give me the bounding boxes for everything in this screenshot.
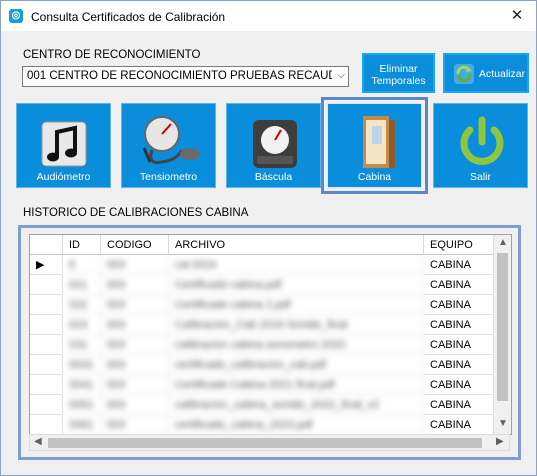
- blood-pressure-gauge-icon: [142, 116, 200, 164]
- table-row[interactable]: 0051 003 calibracion_cabina_sonido_2022_…: [30, 395, 511, 415]
- eliminar-temporales-button[interactable]: Eliminar Temporales: [362, 53, 435, 93]
- cell-codigo: 003: [101, 295, 169, 315]
- scroll-down-icon[interactable]: ▼: [498, 418, 508, 429]
- vertical-scroll-thumb[interactable]: [497, 253, 508, 401]
- cell-id: 6: [63, 255, 101, 275]
- table-row[interactable]: 021 003 Certificado cabina.pdf CABINA: [30, 275, 511, 295]
- cell-equipo: CABINA: [424, 275, 494, 295]
- cell-codigo: 003: [101, 315, 169, 335]
- cell-id: 0041: [63, 375, 101, 395]
- cell-codigo: 003: [101, 375, 169, 395]
- actualizar-label: Actualizar: [479, 68, 526, 80]
- cell-equipo: CABINA: [424, 295, 494, 315]
- cell-archivo: Calibracion_Cab 2019 Sonido_final: [169, 315, 424, 335]
- chevron-down-icon[interactable]: ⌵: [337, 70, 345, 81]
- booth-icon: [363, 116, 395, 168]
- cell-equipo: CABINA: [424, 335, 494, 355]
- table-row[interactable]: 0061 003 certificado_cabina_2023.pdf CAB…: [30, 415, 511, 434]
- cell-archivo: certificado_calibracion_cab.pdf: [169, 355, 424, 375]
- cell-codigo: 003: [101, 415, 169, 434]
- cell-codigo: 003: [101, 335, 169, 355]
- power-icon: [460, 116, 504, 165]
- actualizar-button[interactable]: Actualizar: [443, 53, 529, 93]
- cell-codigo: 003: [101, 255, 169, 275]
- row-header-corner: [30, 235, 63, 255]
- row-selector[interactable]: [30, 395, 63, 415]
- cell-equipo: CABINA: [424, 415, 494, 434]
- horizontal-scrollbar[interactable]: ◀ ▶: [29, 434, 510, 451]
- column-header-equipo[interactable]: EQUIPO: [424, 235, 494, 255]
- row-selector[interactable]: [30, 355, 63, 375]
- audiometro-tile[interactable]: Audiómetro: [16, 103, 111, 188]
- cell-equipo: CABINA: [424, 355, 494, 375]
- table-row[interactable]: 023 003 Calibracion_Cab 2019 Sonido_fina…: [30, 315, 511, 335]
- table-row[interactable]: 0031 003 certificado_calibracion_cab.pdf…: [30, 355, 511, 375]
- centro-select-value: 001 CENTRO DE RECONOCIMIENTO PRUEBAS REC…: [27, 70, 332, 82]
- cabina-tile[interactable]: Cabina: [321, 97, 428, 194]
- bascula-tile[interactable]: Báscula: [226, 103, 321, 188]
- table-row[interactable]: ▶ 6 003 cal 0024 CABINA: [30, 255, 511, 275]
- scroll-up-icon[interactable]: ▲: [498, 237, 508, 248]
- cell-id: 0061: [63, 415, 101, 434]
- cell-id: 0051: [63, 395, 101, 415]
- app-icon: ◎: [9, 9, 23, 23]
- cell-archivo: Certificado Cabina 2021 final.pdf: [169, 375, 424, 395]
- cabina-label: Cabina: [357, 171, 392, 183]
- column-header-codigo[interactable]: CODIGO: [101, 235, 169, 255]
- cell-id: 031: [63, 335, 101, 355]
- row-selector[interactable]: [30, 275, 63, 295]
- history-grid[interactable]: ID CODIGO ARCHIVO EQUIPO ▶ 6 003 cal 002…: [29, 234, 512, 435]
- cell-codigo: 003: [101, 395, 169, 415]
- row-selector[interactable]: [30, 295, 63, 315]
- table-row[interactable]: 031 003 calibracion cabina sonometro 202…: [30, 335, 511, 355]
- scroll-left-icon[interactable]: ◀: [34, 436, 42, 447]
- tensiometro-label: Tensiometro: [139, 171, 198, 183]
- history-grid-frame: ID CODIGO ARCHIVO EQUIPO ▶ 6 003 cal 002…: [18, 225, 521, 460]
- centro-select[interactable]: 001 CENTRO DE RECONOCIMIENTO PRUEBAS REC…: [22, 66, 349, 87]
- column-header-id[interactable]: ID: [63, 235, 101, 255]
- refresh-icon: [454, 64, 474, 84]
- cell-id: 0031: [63, 355, 101, 375]
- vertical-scrollbar[interactable]: ▲ ▼: [493, 235, 511, 434]
- cell-equipo: CABINA: [424, 255, 494, 275]
- cell-archivo: cal 0024: [169, 255, 424, 275]
- cell-id: 021: [63, 275, 101, 295]
- cell-codigo: 003: [101, 355, 169, 375]
- cell-archivo: Certificado cabina 2.pdf: [169, 295, 424, 315]
- row-selector[interactable]: [30, 415, 63, 434]
- row-selector-icon[interactable]: ▶: [30, 255, 63, 275]
- cell-equipo: CABINA: [424, 395, 494, 415]
- bathroom-scale-icon: [253, 120, 297, 168]
- cell-id: 022: [63, 295, 101, 315]
- cell-equipo: CABINA: [424, 315, 494, 335]
- row-selector[interactable]: [30, 315, 63, 335]
- row-selector[interactable]: [30, 335, 63, 355]
- column-header-archivo[interactable]: ARCHIVO: [169, 235, 424, 255]
- close-button[interactable]: ✕: [504, 5, 530, 27]
- audiometro-label: Audiómetro: [36, 171, 91, 183]
- cell-archivo: Certificado cabina.pdf: [169, 275, 424, 295]
- music-note-icon: [41, 121, 87, 167]
- row-selector[interactable]: [30, 375, 63, 395]
- window-title: Consulta Certificados de Calibración: [31, 10, 226, 24]
- bascula-label: Báscula: [254, 171, 293, 183]
- table-row[interactable]: 0041 003 Certificado Cabina 2021 final.p…: [30, 375, 511, 395]
- tensiometro-tile[interactable]: Tensiometro: [121, 103, 216, 188]
- salir-tile[interactable]: Salir: [433, 103, 528, 188]
- cell-codigo: 003: [101, 275, 169, 295]
- cell-archivo: calibracion cabina sonometro 2020: [169, 335, 424, 355]
- cell-archivo: calibracion_cabina_sonido_2022_final_v2: [169, 395, 424, 415]
- scroll-right-icon[interactable]: ▶: [496, 436, 504, 447]
- salir-label: Salir: [469, 171, 491, 183]
- centro-label: CENTRO DE RECONOCIMIENTO: [23, 49, 201, 61]
- cell-equipo: CABINA: [424, 375, 494, 395]
- main-window: ◎ Consulta Certificados de Calibración ✕…: [0, 0, 537, 476]
- horizontal-scroll-thumb[interactable]: [48, 438, 482, 448]
- title-bar: ◎ Consulta Certificados de Calibración ✕: [1, 1, 536, 31]
- eliminar-temporales-label: Eliminar Temporales: [371, 63, 426, 87]
- table-row[interactable]: 022 003 Certificado cabina 2.pdf CABINA: [30, 295, 511, 315]
- cell-archivo: certificado_cabina_2023.pdf: [169, 415, 424, 434]
- history-label: HISTORICO DE CALIBRACIONES CABINA: [23, 207, 249, 219]
- cell-id: 023: [63, 315, 101, 335]
